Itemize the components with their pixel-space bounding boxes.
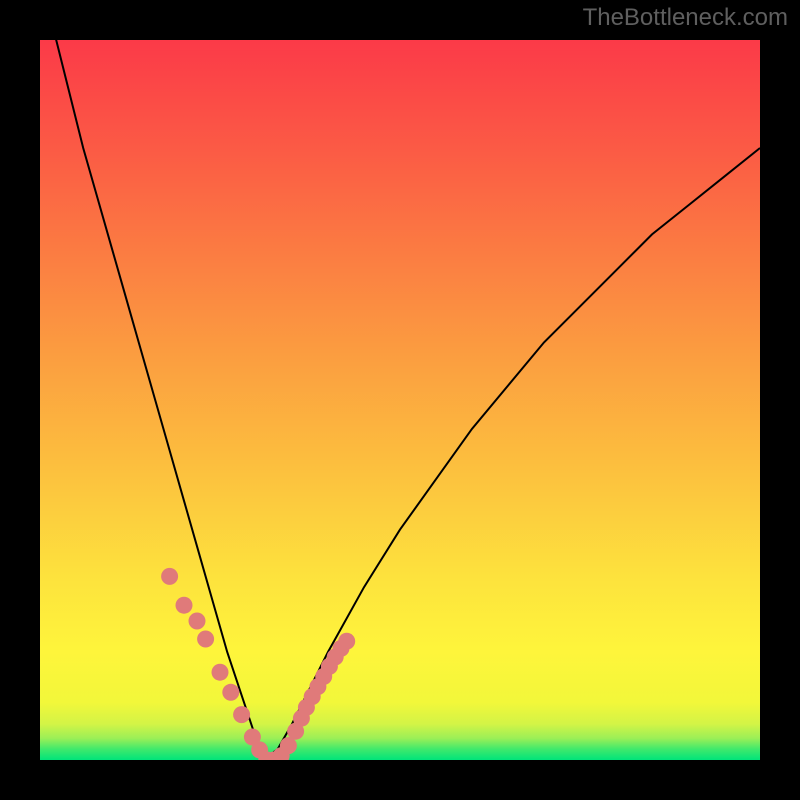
data-marker bbox=[338, 633, 355, 650]
data-marker bbox=[222, 684, 239, 701]
curve-markers bbox=[161, 568, 355, 760]
data-marker bbox=[189, 613, 206, 630]
plot-area bbox=[40, 40, 760, 760]
data-marker bbox=[280, 737, 297, 754]
data-marker bbox=[161, 568, 178, 585]
chart-frame: TheBottleneck.com bbox=[0, 0, 800, 800]
bottleneck-curve bbox=[40, 40, 760, 760]
data-marker bbox=[233, 706, 250, 723]
data-marker bbox=[212, 664, 229, 681]
data-marker bbox=[197, 631, 214, 648]
data-marker bbox=[176, 597, 193, 614]
chart-svg bbox=[40, 40, 760, 760]
watermark-text: TheBottleneck.com bbox=[583, 4, 788, 32]
